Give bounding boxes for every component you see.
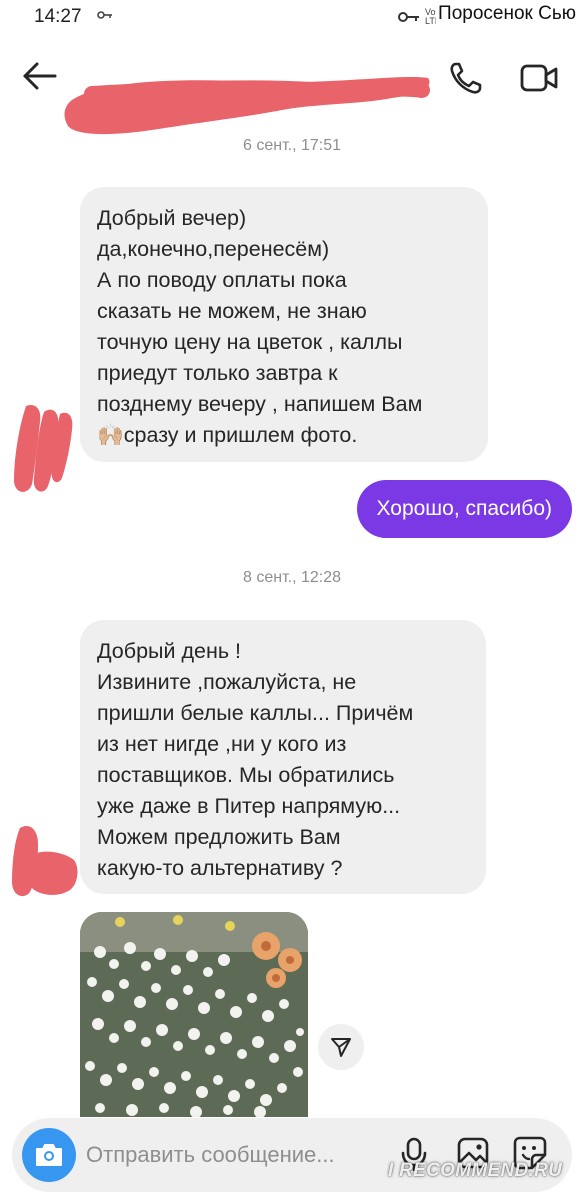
camera-button[interactable]	[22, 1128, 76, 1182]
outgoing-message-bubble[interactable]: Хорошо, спасибо)	[356, 480, 572, 538]
watermark: I RECOMMEND.RU	[388, 1160, 563, 1181]
send-icon	[331, 1038, 351, 1057]
message-timestamp: 8 сент., 12:28	[242, 569, 341, 586]
incoming-message-bubble[interactable]: Добрый день ! Извините ,пожалуйста, не п…	[80, 620, 486, 894]
phone-icon[interactable]	[446, 58, 486, 98]
chat-header	[0, 34, 584, 135]
message-timestamp: 6 сент., 17:51	[242, 137, 341, 154]
share-button[interactable]	[318, 1024, 364, 1070]
back-arrow-icon[interactable]	[20, 58, 60, 94]
carrier-name: Поросенок Сью	[436, 3, 578, 25]
camera-icon	[36, 1144, 62, 1166]
gypsophila-photo	[80, 912, 308, 1117]
key-icon	[97, 11, 112, 19]
vpn-key-icon	[398, 12, 419, 22]
photo-message[interactable]	[80, 912, 308, 1117]
status-bar: 14:27 Vo LTE1 Поросенок Сью	[0, 0, 584, 34]
avatar-redaction	[12, 825, 78, 897]
video-call-icon[interactable]	[518, 58, 560, 98]
contact-name-redaction	[64, 77, 430, 135]
avatar-redaction	[14, 404, 73, 492]
message-input[interactable]	[86, 1118, 386, 1192]
status-time: 14:27	[34, 6, 82, 27]
incoming-message-bubble[interactable]: Добрый вечер) да,конечно,перенесём) А по…	[80, 187, 488, 462]
